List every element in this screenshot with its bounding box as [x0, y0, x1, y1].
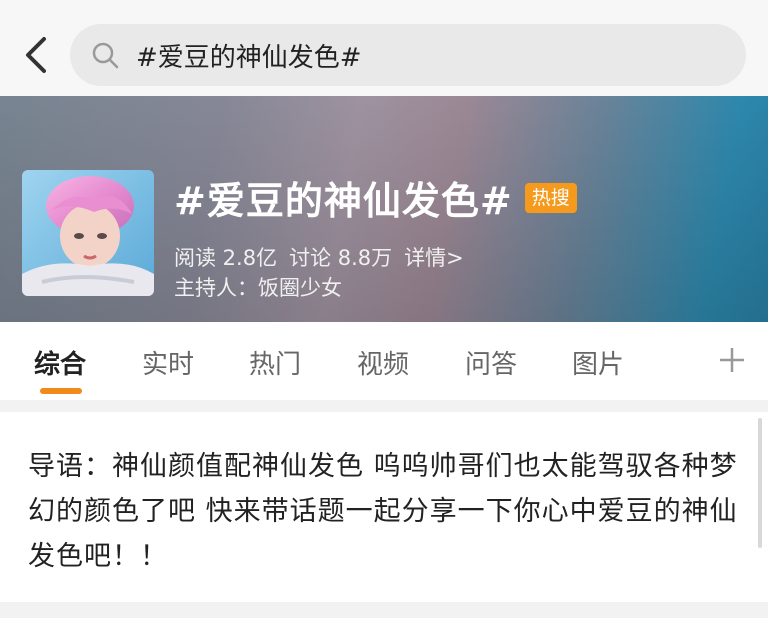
topic-host[interactable]: 主持人：饭圈少女: [174, 272, 342, 302]
plus-icon: [720, 348, 744, 372]
back-arrow-icon: [26, 37, 46, 73]
discussion-count: 讨论 8.8万: [289, 246, 393, 270]
topic-title-row: #爱豆的神仙发色# 热搜: [174, 170, 577, 225]
read-count: 阅读 2.8亿: [174, 246, 278, 270]
tab-bar: 综合 实时 热门 视频 问答 图片: [0, 322, 768, 400]
topic-avatar[interactable]: [22, 170, 154, 296]
tab-images[interactable]: 图片: [572, 344, 624, 381]
top-bar: [0, 0, 768, 96]
back-button[interactable]: [18, 32, 52, 78]
intro-card: 导语：神仙颜值配神仙发色 呜呜帅哥们也太能驾驭各种梦幻的颜色了吧 快来带话题一起…: [0, 412, 768, 602]
details-link[interactable]: 详情>: [404, 242, 464, 272]
tab-comprehensive[interactable]: 综合: [34, 344, 86, 381]
tab-realtime[interactable]: 实时: [142, 344, 194, 381]
topic-header-banner: #爱豆的神仙发色# 热搜 阅读 2.8亿 讨论 8.8万 详情> 主持人：饭圈少…: [0, 96, 768, 322]
tab-popular[interactable]: 热门: [249, 344, 301, 381]
add-tab-button[interactable]: [714, 340, 750, 380]
topic-title: #爱豆的神仙发色#: [174, 179, 513, 223]
active-tab-indicator: [40, 388, 82, 394]
intro-text: 导语：神仙颜值配神仙发色 呜呜帅哥们也太能驾驭各种梦幻的颜色了吧 快来带话题一起…: [28, 451, 738, 572]
hot-search-badge: 热搜: [524, 182, 577, 213]
tab-qa[interactable]: 问答: [465, 344, 517, 381]
search-icon: [88, 38, 122, 72]
topic-stats: 阅读 2.8亿 讨论 8.8万 详情>: [174, 242, 464, 272]
search-bar[interactable]: [70, 24, 746, 86]
search-input[interactable]: [136, 40, 696, 70]
tab-video[interactable]: 视频: [357, 344, 409, 381]
scrollbar[interactable]: [758, 418, 762, 548]
